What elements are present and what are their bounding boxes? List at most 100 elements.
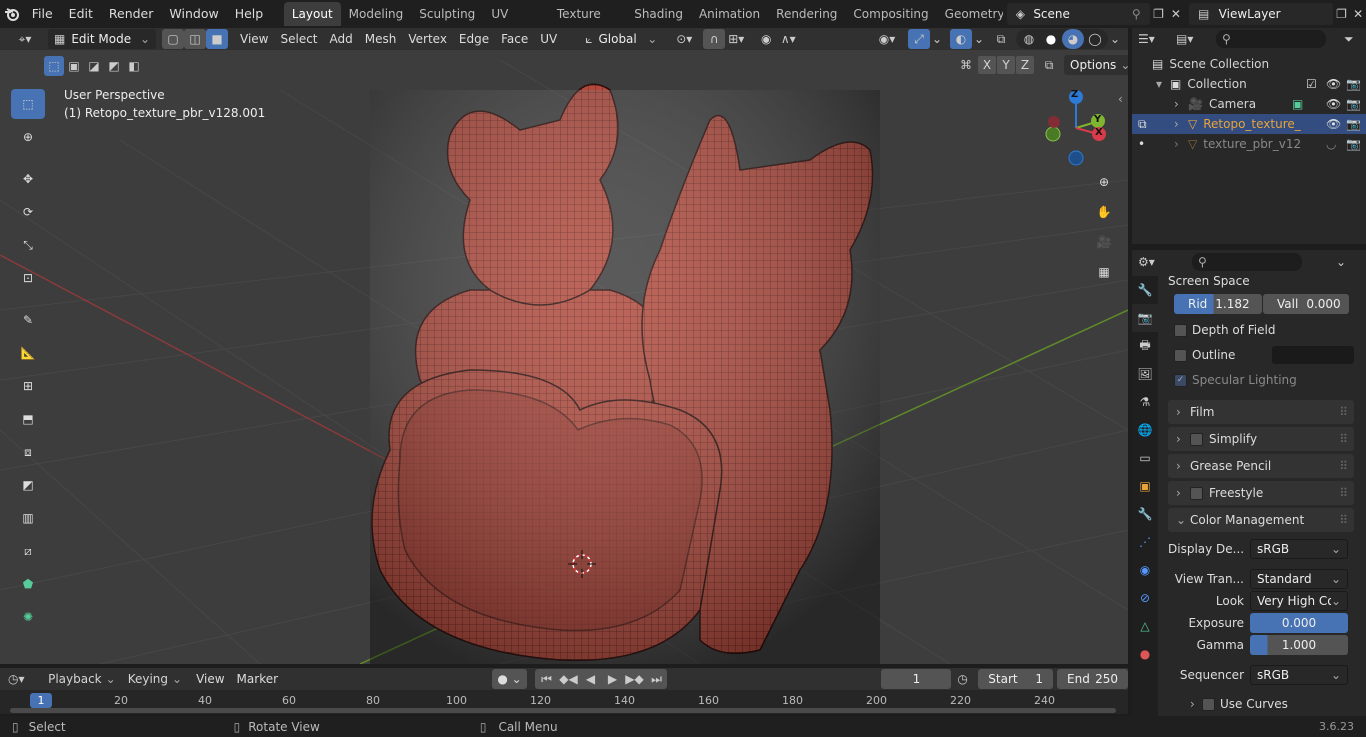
outline-checkbox[interactable]: [1174, 348, 1187, 362]
menu-uv[interactable]: UV: [534, 29, 563, 49]
clock-icon[interactable]: ◷: [957, 672, 974, 686]
overlay-toggle-icon[interactable]: ◐: [950, 29, 972, 49]
expand-arrow-icon[interactable]: ▾: [1156, 77, 1170, 91]
xray-icon[interactable]: ⧉: [990, 29, 1012, 49]
edit-mode-indicator-icon[interactable]: ⧉: [1138, 117, 1174, 132]
auto-merge-icon[interactable]: ⧉: [1038, 58, 1060, 73]
rid-field[interactable]: Rid 1.182: [1174, 294, 1262, 314]
playhead[interactable]: 1: [30, 693, 52, 708]
camera-render-icon[interactable]: 📷: [1346, 97, 1366, 111]
view-layer-selector[interactable]: ▤ ViewLayer: [1188, 3, 1333, 25]
end-frame-field[interactable]: End 250: [1057, 669, 1128, 689]
menu-add[interactable]: Add: [324, 29, 359, 49]
mode-dropdown[interactable]: ▦ Edit Mode ⌄: [48, 29, 156, 49]
physics-tab-icon[interactable]: ◉: [1132, 556, 1158, 584]
camera-render-icon[interactable]: 📷: [1346, 137, 1366, 151]
camera-view-icon[interactable]: 🎥: [1090, 228, 1118, 256]
exposure-field[interactable]: 0.000: [1250, 613, 1348, 633]
proportional-edit-icon[interactable]: ◉: [755, 29, 777, 49]
ortho-grid-icon[interactable]: ▦: [1090, 258, 1118, 286]
annotate-tool-icon[interactable]: ✎: [11, 305, 45, 335]
camera-render-icon[interactable]: 📷: [1346, 77, 1366, 91]
jump-keyframe-back-icon[interactable]: ◆◀: [557, 669, 579, 689]
checkbox-icon[interactable]: ☑: [1306, 77, 1326, 91]
wireframe-shading-icon[interactable]: ◍: [1018, 29, 1040, 49]
outliner-row-scene-collection[interactable]: ▤ Scene Collection: [1132, 54, 1366, 74]
scene-tab-icon[interactable]: ⚗: [1132, 388, 1158, 416]
timeline-ruler[interactable]: 1 20 40 60 80 100 120 140 160 180 200 22…: [0, 690, 1128, 714]
play-reverse-icon[interactable]: ◀: [579, 669, 601, 689]
blender-logo-icon[interactable]: [0, 2, 24, 26]
drag-handle-icon[interactable]: ⠿: [1339, 459, 1348, 473]
menu-window[interactable]: Window: [161, 2, 226, 26]
modifier-tab-icon[interactable]: 🔧: [1132, 500, 1158, 528]
use-curves-checkbox[interactable]: [1202, 697, 1215, 711]
playback-dropdown[interactable]: Playback ⌄: [44, 672, 120, 686]
scale-tool-icon[interactable]: ⤡: [11, 230, 45, 260]
tab-uv-editing[interactable]: UV Editing: [483, 2, 549, 45]
navigation-gizmo[interactable]: Z Y X: [1040, 88, 1120, 168]
panel-freestyle[interactable]: › Freestyle ⠿: [1168, 481, 1354, 505]
new-scene-icon[interactable]: ❐: [1150, 7, 1167, 21]
pan-hand-icon[interactable]: ✋: [1090, 198, 1118, 226]
overlay-dropdown-icon[interactable]: ⌄: [972, 29, 986, 49]
outliner-row-camera[interactable]: › 🎥 Camera ▣ 👁 📷: [1132, 94, 1366, 114]
menu-file[interactable]: File: [24, 2, 61, 26]
extrude-tool-icon[interactable]: ⬒: [11, 404, 45, 434]
pivot-point-icon[interactable]: ⊙▾: [669, 29, 699, 49]
sidebar-toggle-icon[interactable]: ‹: [1118, 92, 1123, 106]
timeline-menu-view[interactable]: View: [190, 669, 230, 689]
select-box-tool-icon[interactable]: ⬚: [11, 89, 45, 119]
gizmo-dropdown-icon[interactable]: ⌄: [930, 29, 944, 49]
view-transform-dropdown[interactable]: Standard ⌄: [1250, 569, 1348, 589]
drag-handle-icon[interactable]: ⠿: [1339, 432, 1348, 446]
remove-view-layer-icon[interactable]: ✕: [1350, 7, 1366, 21]
expand-arrow-icon[interactable]: ›: [1174, 97, 1188, 111]
scene-selector[interactable]: ◈ Scene ⚲: [1007, 3, 1150, 25]
particles-tab-icon[interactable]: ⋰: [1132, 528, 1158, 556]
properties-editor-icon[interactable]: ⚙▾: [1138, 255, 1168, 269]
eye-icon[interactable]: 👁: [1326, 97, 1346, 111]
output-tab-icon[interactable]: 🖶: [1132, 332, 1158, 360]
3d-viewport[interactable]: ⬚ ▣ ◪ ◩ ◧ User Perspective (1) Retopo_te…: [0, 50, 1128, 664]
menu-render[interactable]: Render: [101, 2, 162, 26]
new-view-layer-icon[interactable]: ❐: [1333, 7, 1350, 21]
jump-start-icon[interactable]: ⏮: [535, 669, 557, 689]
panel-film[interactable]: › Film ⠿: [1168, 400, 1354, 424]
eye-icon[interactable]: 👁: [1326, 77, 1346, 91]
expand-arrow-icon[interactable]: ›: [1190, 697, 1202, 711]
display-device-dropdown[interactable]: sRGB ⌄: [1250, 539, 1348, 559]
menu-vertex[interactable]: Vertex: [402, 29, 453, 49]
timeline-editor-icon[interactable]: ◷▾: [8, 672, 40, 686]
edge-select-icon[interactable]: ◫: [184, 29, 206, 49]
specular-lighting-checkbox[interactable]: ✓: [1174, 373, 1187, 387]
outliner-editor-icon[interactable]: ☰▾: [1138, 32, 1168, 46]
move-tool-icon[interactable]: ✥: [11, 164, 45, 194]
options-dropdown[interactable]: Options ⌄: [1064, 55, 1128, 75]
gamma-field[interactable]: 1.000: [1250, 635, 1348, 655]
collection-tab-icon[interactable]: ▭: [1132, 444, 1158, 472]
mirror-x-toggle[interactable]: X: [978, 56, 996, 74]
select-subtract-icon[interactable]: ◪: [84, 56, 104, 76]
expand-arrow-icon[interactable]: ›: [1174, 137, 1188, 151]
view-layer-tab-icon[interactable]: 🖼: [1132, 360, 1158, 388]
cursor-tool-icon[interactable]: ⊕: [11, 122, 45, 152]
menu-view[interactable]: View: [234, 29, 274, 49]
measure-tool-icon[interactable]: 📐: [11, 338, 45, 368]
add-cube-tool-icon[interactable]: ⊞: [11, 371, 45, 401]
vertex-select-icon[interactable]: ▢: [162, 29, 184, 49]
loop-cut-tool-icon[interactable]: ▥: [11, 503, 45, 533]
drag-handle-icon[interactable]: ⠿: [1339, 405, 1348, 419]
bevel-tool-icon[interactable]: ◩: [11, 470, 45, 500]
jump-keyframe-forward-icon[interactable]: ▶◆: [623, 669, 645, 689]
shading-dropdown-icon[interactable]: ⌄: [1108, 29, 1122, 49]
display-mode-icon[interactable]: ▤▾: [1176, 32, 1206, 46]
menu-edge[interactable]: Edge: [453, 29, 495, 49]
current-frame-field[interactable]: 1: [881, 669, 952, 689]
spin-tool-icon[interactable]: ✺: [11, 602, 45, 632]
sequencer-dropdown[interactable]: sRGB ⌄: [1250, 665, 1348, 685]
outliner-row-collection[interactable]: ▾ ▣ Collection ☑ 👁 📷: [1132, 74, 1366, 94]
solid-shading-icon[interactable]: ●: [1040, 29, 1062, 49]
eye-icon[interactable]: 👁: [1326, 117, 1346, 131]
zoom-icon[interactable]: ⊕: [1090, 168, 1118, 196]
